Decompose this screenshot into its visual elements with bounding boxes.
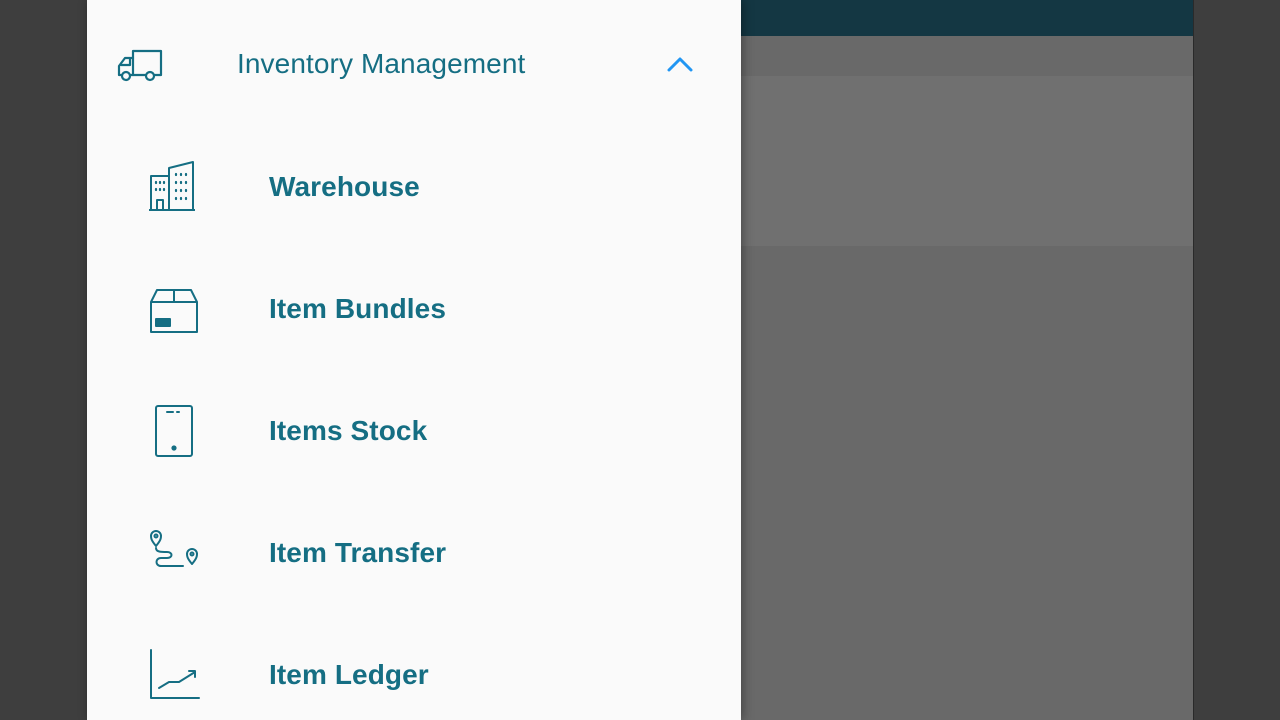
chevron-up-icon[interactable] <box>665 52 695 76</box>
menu-item-item-ledger[interactable]: Item Ledger <box>87 615 741 720</box>
box-icon <box>147 282 201 336</box>
menu-item-label: Item Ledger <box>269 659 429 690</box>
frame-edge <box>1193 0 1194 720</box>
menu-item-label: Item Transfer <box>269 537 447 568</box>
navigation-drawer: Inventory Management Warehouse Item Bund… <box>87 0 741 720</box>
menu-item-label: Item Bundles <box>269 293 447 324</box>
menu-item-label: Items Stock <box>269 415 428 446</box>
menu-item-items-stock[interactable]: Items Stock <box>87 371 741 491</box>
menu-item-item-transfer[interactable]: Item Transfer <box>87 493 741 613</box>
truck-icon <box>116 44 164 84</box>
inventory-management-section[interactable]: Inventory Management <box>87 0 741 130</box>
menu-item-warehouse[interactable]: Warehouse <box>87 127 741 247</box>
buildings-icon <box>147 160 201 214</box>
route-icon <box>147 526 201 580</box>
chart-trend-icon <box>147 648 201 702</box>
section-label: Inventory Management <box>237 48 526 79</box>
menu-item-item-bundles[interactable]: Item Bundles <box>87 249 741 369</box>
tablet-icon <box>147 404 201 458</box>
menu-item-label: Warehouse <box>269 171 420 202</box>
